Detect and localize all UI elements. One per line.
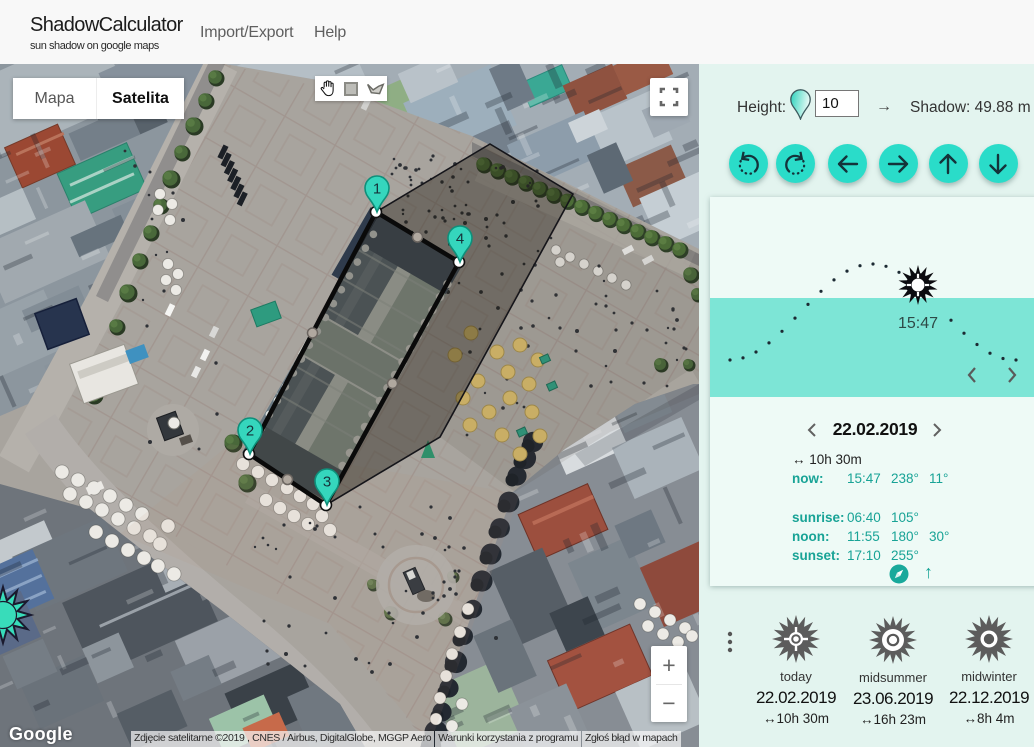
svg-text:1: 1 [373,181,381,198]
svg-text:4: 4 [456,231,464,248]
svg-text:15:47: 15:47 [898,315,938,332]
svg-text:3: 3 [323,474,331,491]
svg-text:2: 2 [246,423,254,440]
